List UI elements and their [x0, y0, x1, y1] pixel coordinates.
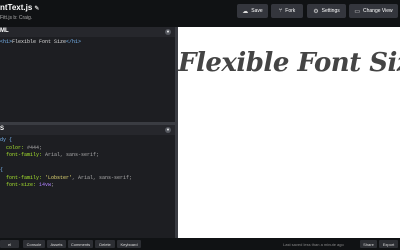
code-line: {	[0, 167, 4, 173]
pen-byline: Fitt.js b: Craig.	[0, 15, 33, 21]
save-button[interactable]: ☁ Save	[237, 4, 268, 18]
export-button[interactable]: Export	[379, 240, 398, 248]
code-prop: font-family:	[6, 174, 43, 181]
change-view-button[interactable]: ▭ Change View	[349, 4, 398, 18]
delete-button[interactable]: Delete	[95, 240, 115, 248]
css-panel-header: S ▼	[0, 125, 175, 135]
result-preview: Flexible Font Size	[178, 27, 400, 238]
share-button[interactable]: Share	[360, 240, 377, 248]
code-string: 'Lobster'	[42, 174, 73, 181]
console-button[interactable]: Console	[23, 240, 45, 248]
code-line: dy {	[0, 137, 13, 143]
footer-left-button[interactable]: el	[0, 240, 19, 248]
layout-icon: ▭	[354, 8, 360, 15]
code-val: ;	[51, 182, 55, 188]
save-label: Save	[251, 8, 263, 14]
preview-heading: Flexible Font Size	[178, 48, 400, 78]
html-panel-label: ML	[0, 28, 9, 34]
css-editor-panel: S ▼ dy { color: #444; font-family: Arial…	[0, 125, 175, 238]
code-number: 14vw	[36, 182, 52, 188]
pen-title[interactable]: ntText.js ✎	[0, 3, 39, 12]
code-prop: font-family:	[6, 152, 43, 158]
comments-button[interactable]: Comments	[68, 240, 93, 248]
css-panel-label: S	[0, 126, 5, 132]
gear-icon: ⚙	[313, 8, 319, 15]
fork-icon: ⑂	[278, 8, 283, 14]
code-val: #444;	[24, 144, 43, 151]
code-open-tag: <h1>	[0, 39, 13, 45]
footer: el Console Assets Comments Delete Keyboa…	[0, 238, 400, 250]
html-editor-panel: ML ▼ <h1>Flexible Font Size</h1>	[0, 27, 175, 122]
html-panel-header: ML ▼	[0, 27, 175, 37]
fork-button[interactable]: ⑂ Fork	[271, 4, 303, 18]
cloud-icon: ☁	[242, 8, 249, 15]
assets-button[interactable]: Assets	[47, 240, 66, 248]
chevron-down-icon[interactable]: ▼	[165, 127, 171, 133]
code-close-tag: </h1>	[66, 39, 82, 45]
code-val: , Arial, sans-serif;	[72, 174, 133, 181]
fork-label: Fork	[285, 8, 296, 14]
settings-label: Settings	[321, 8, 340, 14]
code-prop: font-size:	[6, 182, 37, 188]
code-text: Flexible Font Size	[12, 39, 67, 45]
css-code[interactable]: dy { color: #444; font-family: Arial, sa…	[0, 137, 132, 190]
keyboard-button[interactable]: Keyboard	[117, 240, 141, 248]
pencil-icon[interactable]: ✎	[34, 6, 39, 12]
last-saved-text: Last saved less than a minute ago	[283, 242, 344, 247]
change-view-label: Change View	[363, 8, 393, 14]
settings-button[interactable]: ⚙ Settings	[307, 4, 346, 18]
code-val: Arial, sans-serif;	[42, 152, 100, 158]
code-prop: color:	[6, 144, 25, 151]
chevron-down-icon[interactable]: ▼	[165, 29, 171, 35]
pen-title-text: ntText.js	[0, 3, 33, 12]
html-code[interactable]: <h1>Flexible Font Size</h1>	[0, 39, 81, 47]
header: ntText.js ✎ Fitt.js b: Craig. ☁ Save ⑂ Fo…	[0, 0, 400, 27]
